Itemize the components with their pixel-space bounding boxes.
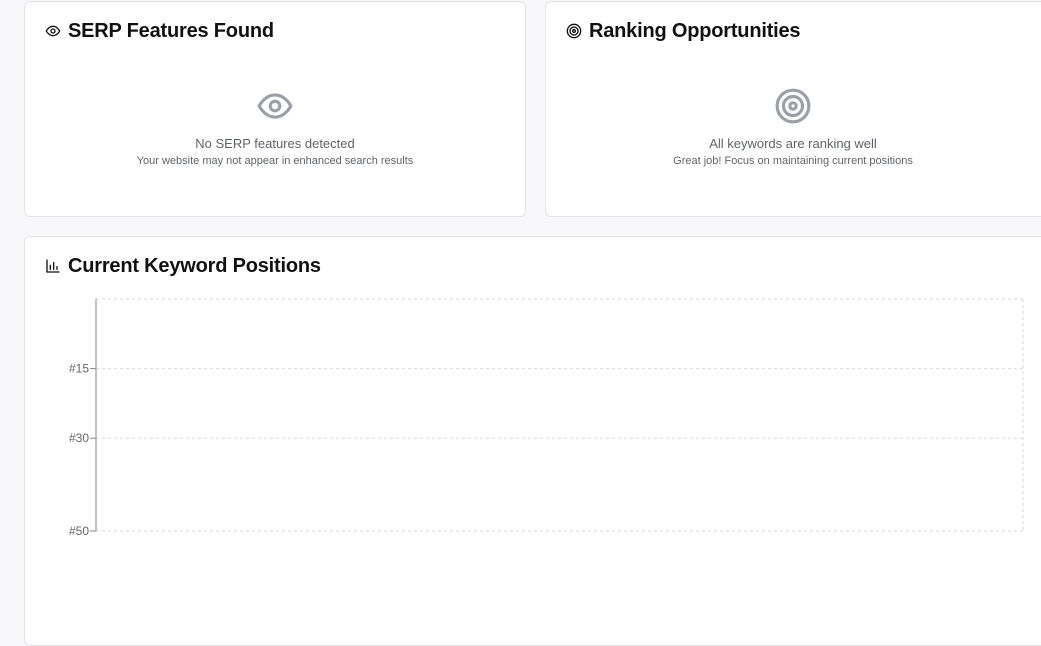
serp-features-title: SERP Features Found xyxy=(68,20,274,42)
serp-empty-subtitle: Your website may not appear in enhanced … xyxy=(136,155,414,167)
keyword-positions-card: Current Keyword Positions #15 #30 #50 xyxy=(24,236,1041,646)
ranking-empty-title: All keywords are ranking well xyxy=(709,136,877,151)
serp-empty-state: No SERP features detected Your website m… xyxy=(25,87,525,168)
serp-features-header: SERP Features Found xyxy=(45,19,274,43)
keyword-positions-chart: #15 #30 #50 xyxy=(69,298,1024,538)
ranking-opportunities-header: Ranking Opportunities xyxy=(566,19,801,43)
ranking-opportunities-title: Ranking Opportunities xyxy=(589,20,801,42)
ranking-empty-state: All keywords are ranking well Great job!… xyxy=(546,87,1040,168)
ranking-empty-subtitle: Great job! Focus on maintaining current … xyxy=(673,155,913,167)
y-tick-label: #30 xyxy=(69,431,89,445)
serp-empty-title: No SERP features detected xyxy=(195,136,355,151)
ranking-opportunities-card: Ranking Opportunities All keywords are r… xyxy=(545,1,1041,217)
serp-features-card: SERP Features Found No SERP features det… xyxy=(24,1,526,217)
y-tick-label: #50 xyxy=(69,524,89,538)
eye-icon xyxy=(256,87,294,125)
y-tick-label: #15 xyxy=(69,362,89,376)
target-icon xyxy=(774,87,812,125)
target-icon xyxy=(566,23,582,39)
eye-icon xyxy=(45,23,61,39)
